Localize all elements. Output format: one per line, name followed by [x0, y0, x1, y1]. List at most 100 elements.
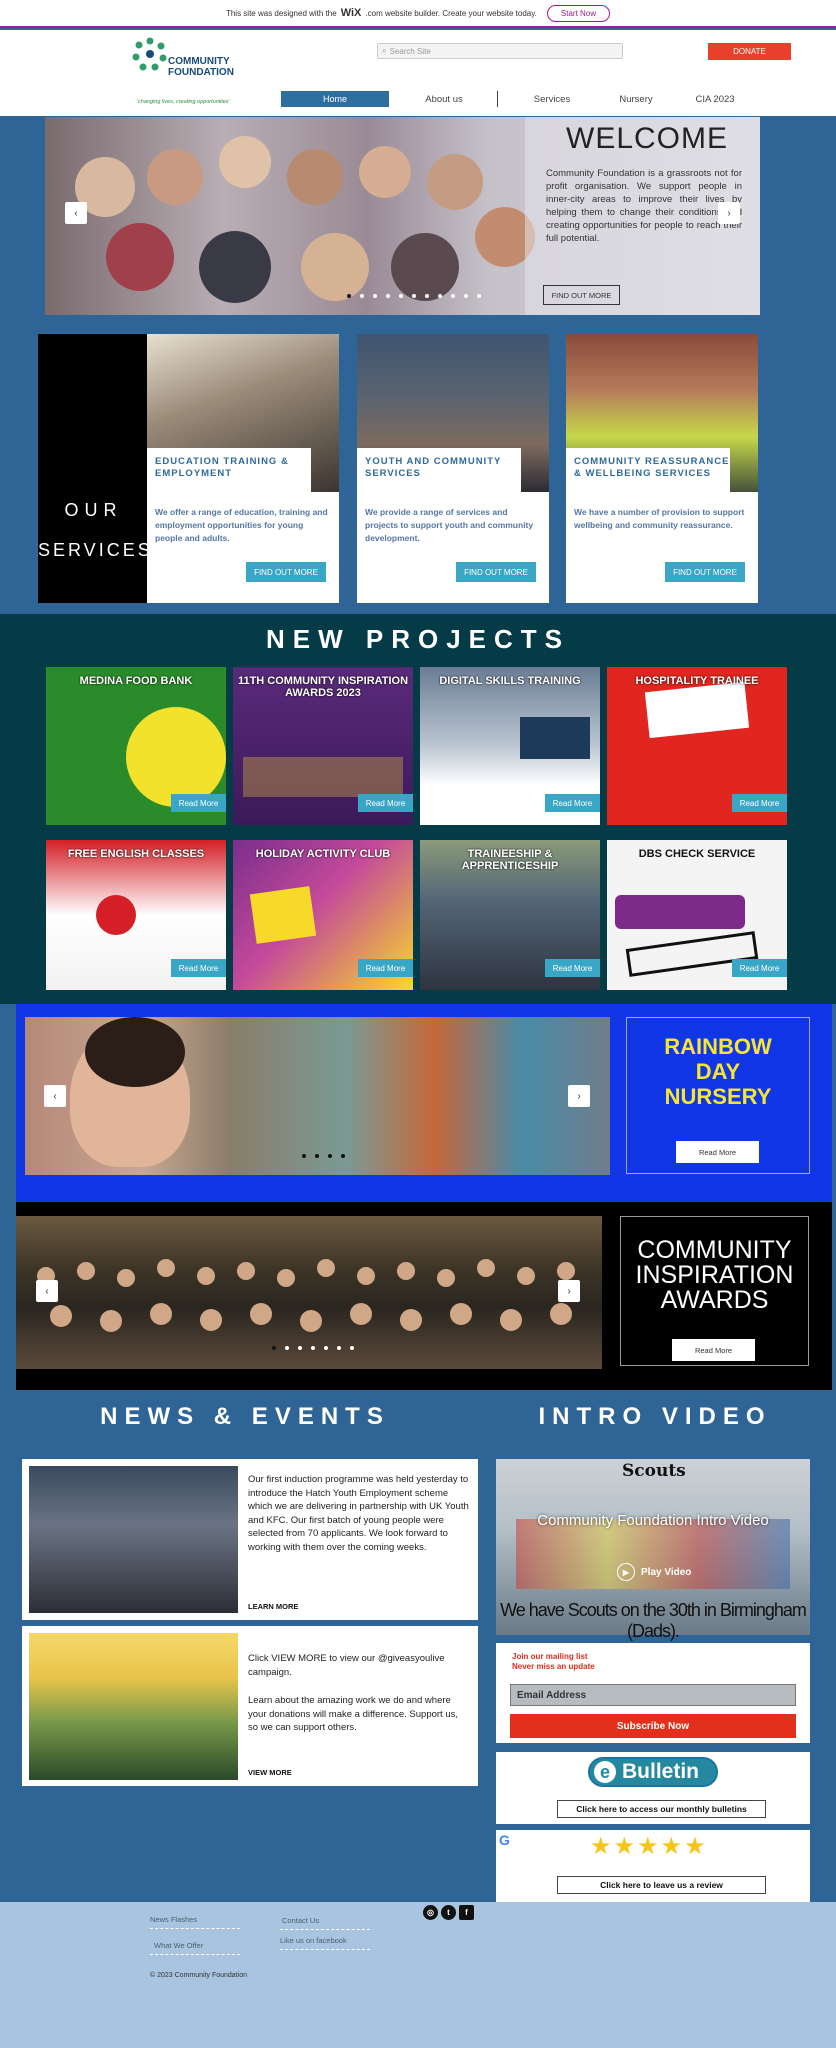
nursery-title: RAINBOW DAY NURSERY	[664, 1034, 772, 1109]
our-services-heading-line1: OUR	[64, 500, 123, 520]
project-title: MEDINA FOOD BANK	[79, 675, 193, 687]
project-card-food-bank[interactable]: MEDINA FOOD BANK Read More	[46, 667, 226, 825]
search-input[interactable]: ⌕ Search Site	[377, 43, 623, 59]
project-title: DIGITAL SKILLS TRAINING	[439, 675, 581, 687]
nursery-photo	[25, 1017, 610, 1175]
donate-button[interactable]: DONATE	[708, 43, 791, 60]
project-card-dbs-check[interactable]: DBS CHECK SERVICE Read More	[607, 840, 787, 990]
project-read-more-button[interactable]: Read More	[732, 959, 787, 977]
service-title: COMMUNITY REASSURANCE & WELLBEING SERVIC…	[566, 448, 730, 494]
project-card-hospitality[interactable]: HOSPITALITY TRAINEE Read More	[607, 667, 787, 825]
awards-title: COMMUNITY INSPIRATION AWARDS	[635, 1236, 794, 1314]
education-find-out-more-button[interactable]: FIND OUT MORE	[246, 562, 326, 582]
subscribe-button[interactable]: Subscribe Now	[510, 1714, 796, 1738]
facebook-icon[interactable]: f	[657, 43, 673, 59]
news-events-title: NEWS & EVENTS	[100, 1403, 390, 1430]
nursery-slide-dots[interactable]	[302, 1154, 345, 1158]
facebook-icon[interactable]: f	[459, 1905, 474, 1920]
play-video-button[interactable]: ▶ Play Video	[617, 1563, 691, 1581]
awards-slide-dots[interactable]	[272, 1346, 354, 1350]
logo-text-community: COMMUNITY	[168, 56, 230, 67]
wix-banner-post: .com website builder. Create your websit…	[365, 8, 537, 18]
nursery-read-more-button[interactable]: Read More	[676, 1141, 759, 1163]
footer-divider	[280, 1949, 370, 1950]
hero-find-out-more-button[interactable]: FIND OUT MORE	[543, 285, 620, 305]
project-read-more-button[interactable]: Read More	[732, 794, 787, 812]
email-field[interactable]: Email Address	[510, 1684, 796, 1706]
service-card-reassurance: COMMUNITY REASSURANCE & WELLBEING SERVIC…	[566, 334, 758, 603]
video-caption: Community Foundation Intro Video	[537, 1512, 769, 1529]
google-icon: G	[499, 1832, 510, 1848]
service-description: We have a number of provision to support…	[574, 507, 745, 530]
project-read-more-button[interactable]: Read More	[545, 959, 600, 977]
project-card-english-classes[interactable]: FREE ENGLISH CLASSES Read More	[46, 840, 226, 990]
nav-cia-2023[interactable]: CIA 2023	[680, 91, 750, 107]
project-read-more-button[interactable]: Read More	[358, 794, 413, 812]
footer-news-flashes-link[interactable]: News Flashes	[150, 1915, 197, 1924]
logo-tagline: 'changing lives, creating opportunities'	[137, 99, 230, 105]
service-title: EDUCATION TRAINING & EMPLOYMENT	[147, 448, 311, 494]
service-card-education: EDUCATION TRAINING & EMPLOYMENT We offer…	[147, 334, 339, 603]
reassurance-find-out-more-button[interactable]: FIND OUT MORE	[665, 562, 745, 582]
nursery-next-arrow-icon[interactable]: ›	[568, 1085, 590, 1107]
learn-more-link[interactable]: LEARN MORE	[248, 1602, 298, 1611]
copyright-text: © 2023 Community Foundation	[150, 1972, 247, 1979]
e-icon: e	[594, 1761, 616, 1783]
leave-review-button[interactable]: Click here to leave us a review	[557, 1876, 766, 1894]
awards-prev-arrow-icon[interactable]: ‹	[36, 1280, 58, 1302]
service-description: We offer a range of education, training …	[155, 507, 328, 543]
view-more-link[interactable]: VIEW MORE	[248, 1768, 292, 1777]
awards-next-arrow-icon[interactable]: ›	[558, 1280, 580, 1302]
our-services-heading-line2: SERVICES	[38, 540, 153, 560]
project-title: 11TH COMMUNITY INSPIRATION AWARDS 2023	[237, 675, 409, 699]
bulletins-link-button[interactable]: Click here to access our monthly bulleti…	[557, 1800, 766, 1818]
project-title: FREE ENGLISH CLASSES	[67, 848, 205, 860]
news-photo	[29, 1466, 238, 1613]
news-item-giveasyoulive: Click VIEW MORE to view our @giveasyouli…	[22, 1626, 478, 1786]
service-card-youth: YOUTH AND COMMUNITY SERVICES We provide …	[357, 334, 549, 603]
wix-banner-pre: This site was designed with the	[225, 8, 337, 18]
nav-about-us[interactable]: About us	[404, 91, 484, 107]
footer-divider	[150, 1954, 240, 1955]
awards-read-more-button[interactable]: Read More	[672, 1339, 755, 1361]
hero-slide-dots[interactable]	[347, 294, 481, 298]
youth-find-out-more-button[interactable]: FIND OUT MORE	[456, 562, 536, 582]
project-card-digital-skills[interactable]: DIGITAL SKILLS TRAINING Read More	[420, 667, 600, 825]
nav-home[interactable]: Home	[281, 91, 389, 107]
project-title: HOLIDAY ACTIVITY CLUB	[255, 848, 391, 860]
footer-like-us-facebook-link[interactable]: Like us on facebook	[280, 1936, 347, 1945]
project-read-more-button[interactable]: Read More	[358, 959, 413, 977]
news-item-induction: Our first induction programme was held y…	[22, 1459, 478, 1620]
e-bulletin-logo: e Bulletin	[588, 1757, 718, 1787]
hero-description: Community Foundation is a grassroots not…	[546, 168, 742, 244]
site-footer	[0, 1902, 836, 2048]
hero-next-arrow-icon[interactable]: ›	[718, 202, 740, 224]
news-text: Our first induction programme was held y…	[248, 1474, 469, 1553]
project-read-more-button[interactable]: Read More	[171, 794, 226, 812]
project-title: DBS CHECK SERVICE	[638, 848, 756, 860]
project-read-more-button[interactable]: Read More	[171, 959, 226, 977]
project-card-traineeship[interactable]: TRAINEESHIP & APPRENTICESHIP Read More	[420, 840, 600, 990]
news-text: Click VIEW MORE to view our @giveasyouli…	[248, 1653, 445, 1678]
nav-divider	[497, 91, 498, 107]
news-text-support: Learn about the amazing work we do and w…	[248, 1695, 458, 1733]
nav-services[interactable]: Services	[510, 91, 594, 107]
news-photo	[29, 1633, 238, 1780]
project-card-holiday-club[interactable]: HOLIDAY ACTIVITY CLUB Read More	[233, 840, 413, 990]
nav-nursery[interactable]: Nursery	[600, 91, 672, 107]
hero-photo	[75, 136, 535, 303]
community-logo-icon[interactable]	[132, 36, 168, 72]
twitter-icon[interactable]: t	[441, 1905, 456, 1920]
project-read-more-button[interactable]: Read More	[545, 794, 600, 812]
instagram-icon[interactable]: ◎	[637, 43, 653, 59]
start-now-button[interactable]: Start Now	[546, 4, 611, 22]
twitter-icon[interactable]: t	[677, 43, 693, 59]
footer-contact-us-link[interactable]: Contact Us	[282, 1916, 319, 1925]
hero-prev-arrow-icon[interactable]: ‹	[65, 202, 87, 224]
mailing-heading: Join our mailing list	[512, 1652, 588, 1661]
footer-what-we-offer-link[interactable]: What We Offer	[154, 1941, 203, 1950]
nursery-prev-arrow-icon[interactable]: ‹	[44, 1085, 66, 1107]
instagram-icon[interactable]: ◎	[423, 1905, 438, 1920]
project-card-awards-2023[interactable]: 11TH COMMUNITY INSPIRATION AWARDS 2023 R…	[233, 667, 413, 825]
footer-divider	[280, 1929, 370, 1930]
